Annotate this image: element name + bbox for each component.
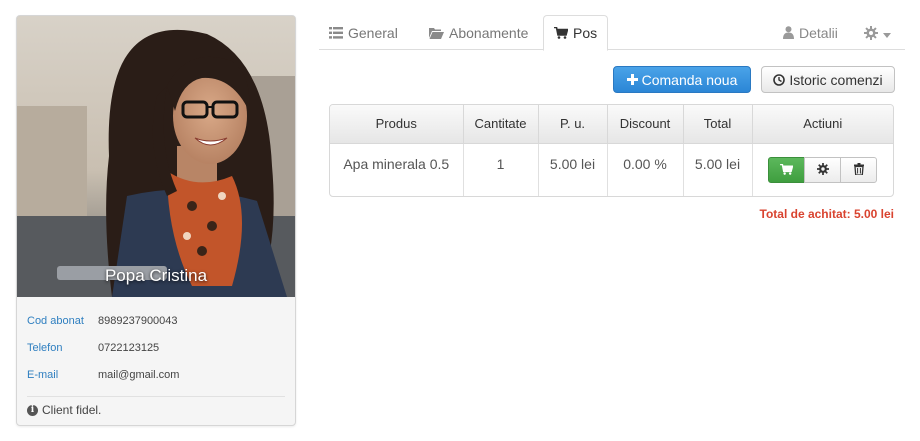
add-to-cart-button[interactable]: [768, 156, 806, 183]
chevron-down-icon: [883, 25, 891, 41]
info-value: mail@gmail.com: [98, 368, 180, 381]
tab-pos[interactable]: Pos: [543, 15, 609, 51]
header-total: Total: [683, 105, 753, 144]
tab-abonamente[interactable]: Abonamente: [419, 15, 538, 50]
shopping-cart-icon: [780, 162, 794, 178]
order-history-label: Istoric comenzi: [789, 71, 883, 88]
cell-cantitate: 1: [463, 143, 539, 196]
cell-actiuni: [752, 143, 894, 196]
total-to-pay: Total de achitat: 5.00 lei: [759, 207, 894, 221]
tab-general[interactable]: General: [319, 15, 408, 50]
info-label: Telefon: [27, 341, 63, 354]
info-row-telefon: Telefon 0722123125: [27, 334, 285, 361]
new-order-button[interactable]: Comanda noua: [613, 66, 751, 93]
info-row-cod-abonat: Cod abonat 8989237900043: [27, 307, 285, 334]
cell-produs: Apa minerala 0.5: [330, 143, 464, 196]
clock-icon: [773, 73, 786, 86]
profile-name: Popa Cristina: [104, 266, 208, 285]
info-value: 0722123125: [98, 341, 160, 354]
delete-button[interactable]: [840, 156, 878, 183]
tab-label: Pos: [573, 25, 598, 41]
info-value: 8989237900043: [98, 314, 178, 327]
folder-open-icon: [429, 27, 444, 39]
order-history-button[interactable]: Istoric comenzi: [761, 66, 895, 93]
new-order-label: Comanda noua: [641, 71, 738, 88]
cell-discount: 0.00 %: [607, 143, 684, 196]
tab-label: Abonamente: [449, 24, 529, 41]
header-produs: Produs: [330, 105, 464, 144]
profile-card: Popa Cristina Cod abonat 8989237900043 T…: [16, 15, 296, 426]
user-icon: [783, 26, 794, 39]
divider: [27, 396, 285, 397]
header-discount: Discount: [607, 105, 684, 144]
order-table: Produs Cantitate P. u. Discount Total Ac…: [329, 104, 894, 197]
header-pret-unitar: P. u.: [538, 105, 608, 144]
tab-bar: General Abonamente Pos Detalii: [319, 15, 905, 51]
trash-icon: [853, 162, 864, 178]
info-label: E-mail: [27, 368, 59, 381]
gear-icon: [864, 25, 878, 40]
settings-dropdown[interactable]: [854, 15, 901, 50]
cell-pret-unitar: 5.00 lei: [538, 143, 608, 196]
table-header-row: Produs Cantitate P. u. Discount Total Ac…: [330, 105, 893, 144]
tab-detalii[interactable]: Detalii: [773, 15, 848, 50]
info-row-email: E-mail mail@gmail.com: [27, 361, 285, 388]
header-actiuni: Actiuni: [752, 105, 893, 144]
info-circle-icon: i: [27, 404, 38, 416]
profile-info: Cod abonat 8989237900043 Telefon 0722123…: [17, 297, 295, 417]
table-row: Apa minerala 0.5 1 5.00 lei 0.00 % 5.00 …: [330, 143, 894, 196]
list-icon: [329, 26, 343, 39]
settings-button[interactable]: [804, 156, 842, 183]
cell-total: 5.00 lei: [683, 143, 753, 196]
client-note-text: Client fidel.: [42, 403, 102, 417]
tab-label: General: [348, 24, 398, 41]
shopping-cart-icon: [554, 27, 568, 39]
profile-photo: Popa Cristina: [17, 16, 295, 297]
gear-icon: [816, 162, 829, 178]
info-label: Cod abonat: [27, 314, 84, 327]
header-cantitate: Cantitate: [463, 105, 539, 144]
row-actions: [753, 156, 894, 183]
plus-icon: [626, 74, 638, 85]
tab-label: Detalii: [799, 24, 838, 41]
client-note: i Client fidel.: [27, 403, 285, 417]
